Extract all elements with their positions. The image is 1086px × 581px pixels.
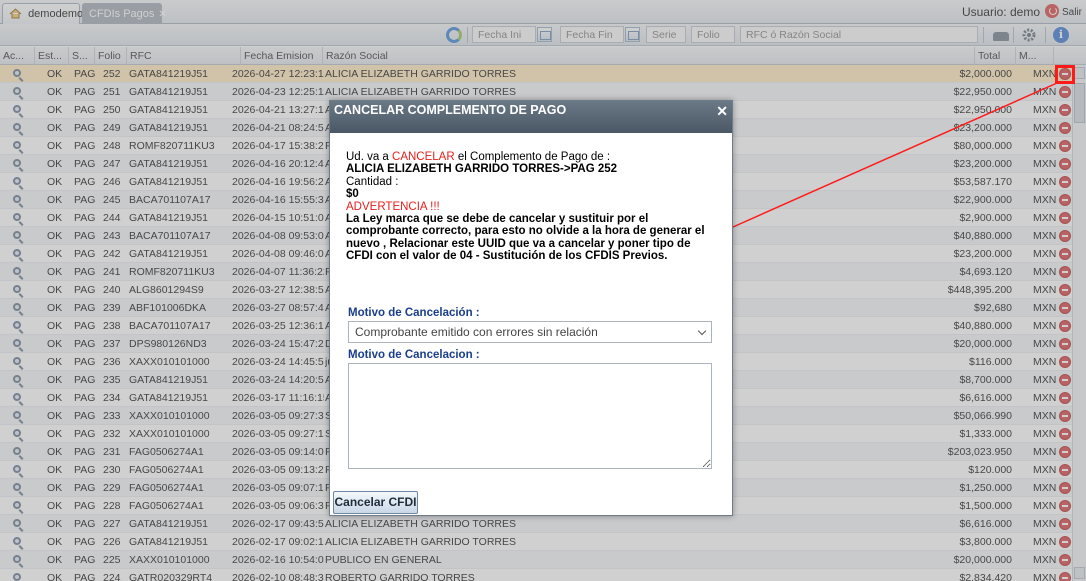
intro-cancel-word: CANCELAR <box>392 151 455 163</box>
warning-title: ADVERTENCIA !!! <box>346 200 440 213</box>
cancelar-cfdi-button[interactable]: Cancelar CFDI <box>333 491 418 514</box>
client-name: ALICIA ELIZABETH GARRIDO TORRES->PAG 252 <box>346 163 618 176</box>
intro-pre: Ud. va a <box>346 151 393 163</box>
dialog-title-bar: CANCELAR COMPLEMENTO DE PAGO ✕ <box>330 101 732 133</box>
chevron-down-icon <box>697 326 707 336</box>
cantidad-value: $0 <box>346 188 359 201</box>
cantidad-label: Cantidad : <box>346 175 399 188</box>
dialog-title: CANCELAR COMPLEMENTO DE PAGO <box>334 103 567 117</box>
cancel-dialog: CANCELAR COMPLEMENTO DE PAGO ✕ Ud. va a … <box>329 100 733 516</box>
motivo-selected: Comprobante emitido con errores sin rela… <box>355 325 598 339</box>
intro-post: el Complemento de Pago de : <box>454 151 611 163</box>
dialog-close-icon[interactable]: ✕ <box>716 103 728 120</box>
dialog-message: Ud. va a CANCELAR el Complemento de Pago… <box>346 151 718 263</box>
motivo-select[interactable]: Comprobante emitido con errores sin rela… <box>348 321 712 343</box>
motivo-text-label: Motivo de Cancelacion : <box>348 349 480 361</box>
motivo-textarea[interactable] <box>348 363 712 469</box>
motivo-label: Motivo de Cancelación : <box>348 307 480 319</box>
warning-text: La Ley marca que se debe de cancelar y s… <box>346 213 705 263</box>
